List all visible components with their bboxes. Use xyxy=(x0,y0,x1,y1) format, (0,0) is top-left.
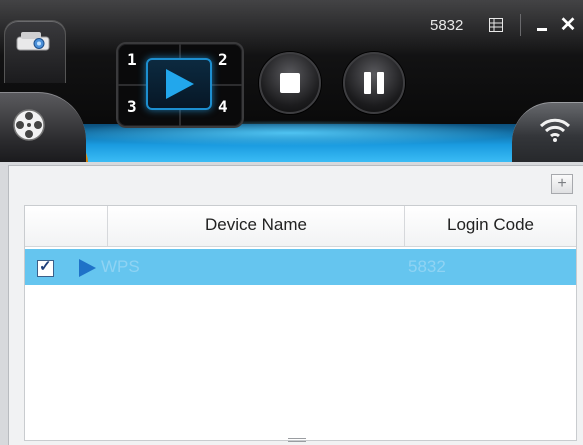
login-code-cell: 5832 xyxy=(408,257,446,276)
stop-icon xyxy=(280,73,300,93)
grip-line xyxy=(288,438,306,439)
stop-button[interactable] xyxy=(259,52,321,114)
split-button-1[interactable]: 1 xyxy=(127,50,137,69)
table-header: Device Name Login Code xyxy=(25,206,576,247)
minimize-icon xyxy=(537,28,547,31)
play-button[interactable] xyxy=(146,58,212,110)
projector-icon xyxy=(16,32,50,51)
split-button-4[interactable]: 4 xyxy=(218,97,228,116)
title-separator xyxy=(520,14,521,36)
pause-button[interactable] xyxy=(343,52,405,114)
pause-icon xyxy=(364,72,371,94)
column-header-device-name[interactable]: Device Name xyxy=(108,206,404,246)
column-header-login-code[interactable]: Login Code xyxy=(405,206,576,246)
split-button-2[interactable]: 2 xyxy=(218,50,228,69)
close-icon: ✕ xyxy=(559,14,577,36)
top-toolbar: 1 2 3 4 5832 ✕ xyxy=(0,0,583,162)
table-row[interactable]: ✓ WPS 5832 xyxy=(25,249,576,285)
close-button[interactable]: ✕ xyxy=(558,14,578,36)
split-button-3[interactable]: 3 xyxy=(127,97,137,116)
plus-icon: + xyxy=(557,175,567,192)
add-device-button[interactable]: + xyxy=(551,174,573,194)
grid-icon[interactable] xyxy=(489,18,503,32)
login-code-display: 5832 xyxy=(430,17,464,34)
wifi-icon xyxy=(539,118,571,142)
device-table: Device Name Login Code ✓ WPS 5832 xyxy=(24,205,577,441)
row-checkbox[interactable]: ✓ xyxy=(37,258,54,277)
minimize-button[interactable] xyxy=(534,14,552,36)
checkmark-icon: ✓ xyxy=(39,258,52,275)
row-play-icon[interactable] xyxy=(79,259,96,277)
grip-line xyxy=(288,441,306,442)
resize-grip[interactable] xyxy=(288,437,306,444)
device-name-cell: WPS xyxy=(101,257,140,276)
film-reel-icon xyxy=(13,109,45,141)
pause-icon-bar xyxy=(377,72,384,94)
play-icon xyxy=(166,69,194,99)
